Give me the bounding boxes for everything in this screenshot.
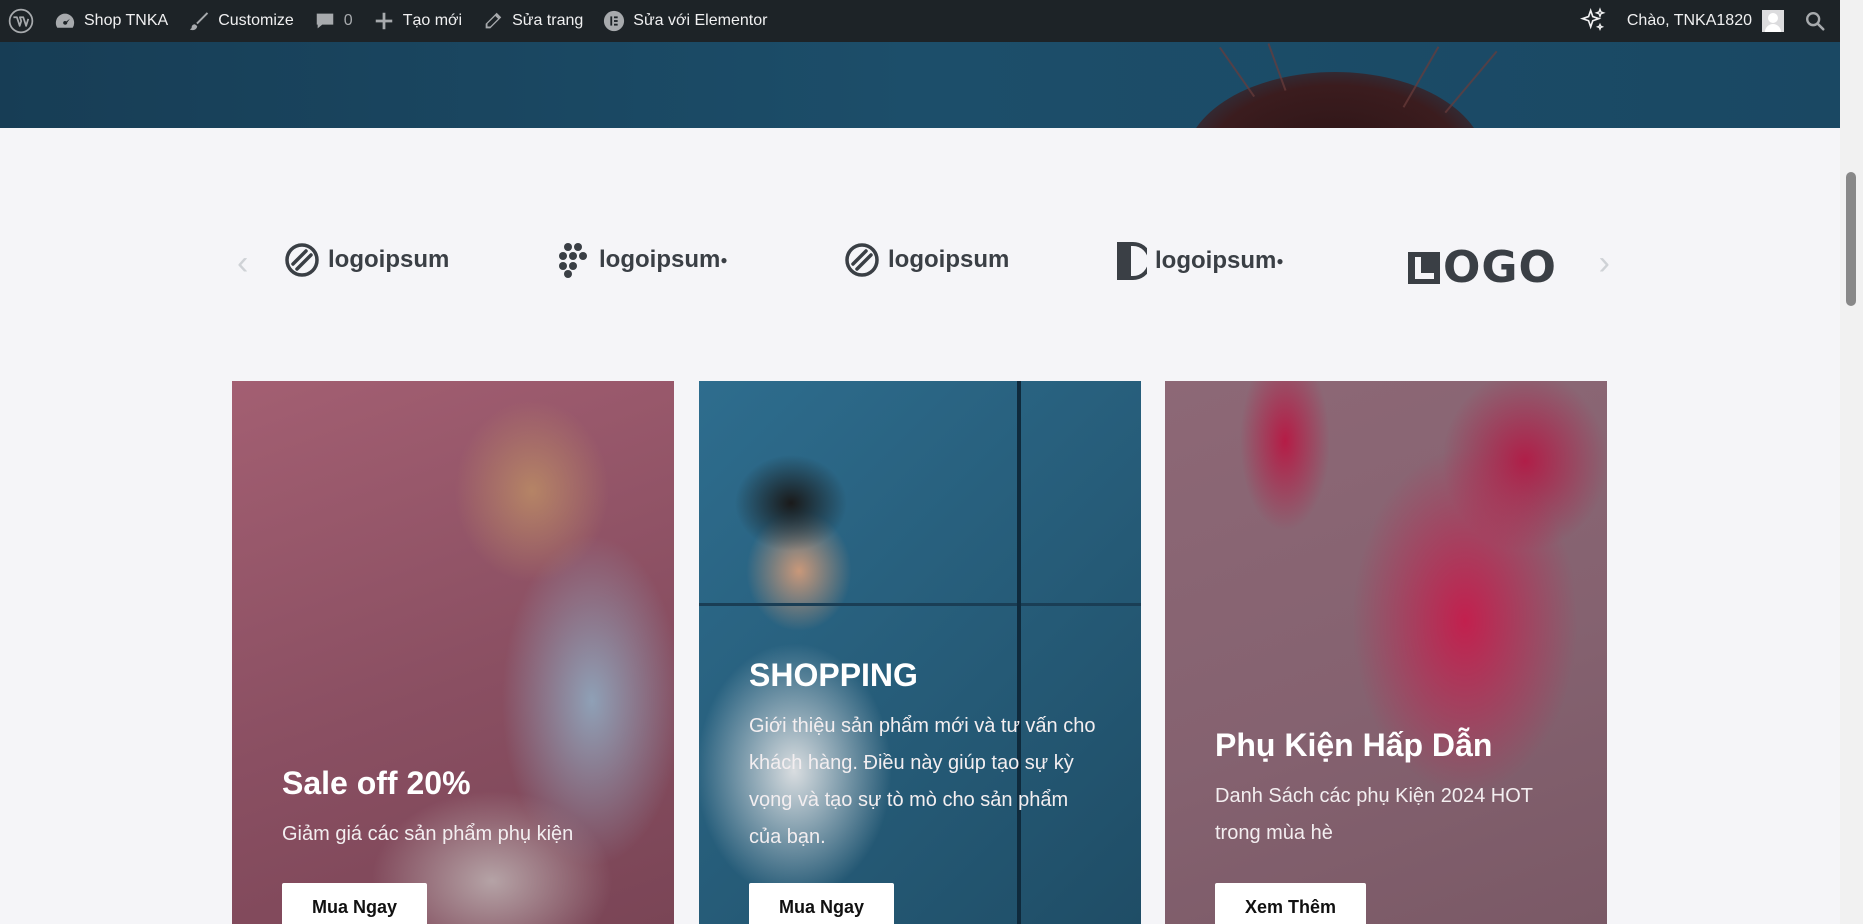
hero-banner-image [0,42,1840,128]
edit-page-label: Sửa trang [512,12,584,29]
edit-page-link[interactable]: Sửa trang [472,0,593,42]
promo-card-accessories: Phụ Kiện Hấp Dẫn Danh Sách các phụ Kiện … [1165,381,1607,924]
sparkle-icon [1579,7,1607,35]
promo-card-description: Giảm giá các sản phẩm phụ kiện [282,823,574,845]
hero-hair-strand [1218,46,1256,98]
half-circle-icon [1117,242,1147,280]
plus-icon [373,10,395,32]
comments-link[interactable]: 0 [304,0,363,42]
scrollbar-thumb[interactable] [1846,172,1856,306]
comments-count: 0 [343,12,353,29]
brand-logo: logoipsum [844,242,1009,278]
ring-stripes-icon [285,243,319,277]
hero-hair-strand [1444,50,1498,114]
brand-logo: logoipsum ● [555,242,728,278]
registered-mark-icon: ● [1276,254,1284,268]
brand-logo: OGO [1407,242,1557,293]
my-account-menu[interactable]: Chào, TNKA1820 [1617,0,1794,42]
square-L-icon [1408,251,1440,284]
wordpress-logo-button[interactable] [0,0,44,42]
new-content-menu[interactable]: Tạo mới [363,0,472,42]
edit-elementor-label: Sửa với Elementor [633,12,768,29]
brand-logo-text: OGO [1443,242,1557,293]
wordpress-icon [8,8,34,34]
promo-card-title: Phụ Kiện Hấp Dẫn [1215,727,1493,763]
admin-bar-secondary: Chào, TNKA1820 [1569,0,1840,42]
buy-now-button[interactable]: Mua Ngay [749,883,895,924]
brand-logo: logoipsum [284,242,449,278]
brand-logo-text: logoipsum [599,246,721,273]
logo-carousel: ‹ logoipsum logoipsum ● logoipsum logoips… [232,232,1610,293]
avatar [1762,10,1784,32]
brand-logo: logoipsum ● [1117,242,1284,280]
brand-logo-text: logoipsum [328,246,450,273]
dashboard-gauge-icon [54,10,76,32]
carousel-prev-arrow[interactable]: ‹ [237,244,248,283]
brand-logo-text: logoipsum [1155,247,1277,274]
ring-stripes-icon [845,243,879,277]
promo-card-title: SHOPPING [749,657,918,693]
paintbrush-icon [188,10,210,32]
customize-label: Customize [218,12,294,29]
promo-card-description: Danh Sách các phụ Kiện 2024 HOT trong mù… [1215,785,1533,844]
admin-bar: Shop TNKA Customize 0 Tạo mới Sửa trang … [0,0,1840,42]
new-content-label: Tạo mới [402,12,463,29]
hero-model-head [1185,72,1485,128]
edit-elementor-link[interactable]: Sửa với Elementor [593,0,777,42]
promo-card-sale: Sale off 20% Giảm giá các sản phẩm phụ k… [232,381,674,924]
site-name-link[interactable]: Shop TNKA [44,0,178,42]
buy-now-button[interactable]: Mua Ngay [282,883,428,924]
dots-cluster-icon [559,243,587,278]
brand-logo-text: logoipsum [888,246,1010,273]
promo-card-text: Phụ Kiện Hấp Dẫn Danh Sách các phụ Kiện … [1215,727,1567,852]
search-icon [1804,10,1826,32]
page-scrollbar[interactable] [1840,0,1863,924]
greeting-label: Chào, TNKA1820 [1626,12,1752,29]
promo-card-title: Sale off 20% [282,765,471,801]
search-button[interactable] [1794,0,1840,42]
pencil-icon [482,10,504,32]
see-more-button[interactable]: Xem Thêm [1215,883,1367,924]
ai-sparkle-button[interactable] [1569,0,1617,42]
promo-card-text: SHOPPING Giới thiệu sản phẩm mới và tư v… [749,657,1101,856]
promo-card-description: Giới thiệu sản phẩm mới và tư vấn cho kh… [749,715,1096,848]
customize-link[interactable]: Customize [178,0,304,42]
comment-bubble-icon [314,10,336,32]
promo-card-text: Sale off 20% Giảm giá các sản phẩm phụ k… [282,765,634,853]
carousel-next-arrow[interactable]: › [1599,244,1610,283]
site-name-label: Shop TNKA [84,12,169,29]
elementor-icon [603,10,625,32]
registered-mark-icon: ● [720,253,728,267]
promo-card-shopping: SHOPPING Giới thiệu sản phẩm mới và tư v… [699,381,1141,924]
